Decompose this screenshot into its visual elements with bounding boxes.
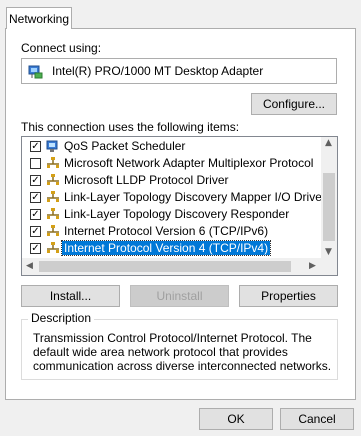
- install-button[interactable]: Install...: [21, 285, 120, 307]
- protocol-icon: [46, 156, 60, 170]
- tab-networking[interactable]: Networking: [6, 7, 72, 29]
- list-item[interactable]: ✓ Internet Protocol Version 6 (TCP/IPv6): [22, 223, 322, 240]
- item-checkbox[interactable]: ✓: [30, 175, 41, 186]
- protocol-icon: [46, 207, 60, 221]
- horizontal-scrollbar[interactable]: ◀ ▶: [22, 258, 337, 275]
- horizontal-scroll-thumb[interactable]: [39, 261, 291, 272]
- list-item[interactable]: ✓ QoS Packet Scheduler: [22, 138, 322, 155]
- protocol-icon: [46, 173, 60, 187]
- list-item[interactable]: ✓ Microsoft LLDP Protocol Driver: [22, 172, 322, 189]
- network-adapter-icon: [28, 65, 43, 79]
- cancel-label: Cancel: [298, 412, 336, 426]
- item-checkbox[interactable]: ✓: [30, 226, 41, 237]
- list-item[interactable]: ✓ Link-Layer Topology Discovery Responder: [22, 206, 322, 223]
- description-text: Transmission Control Protocol/Internet P…: [33, 331, 332, 373]
- uninstall-button: Uninstall: [130, 285, 229, 307]
- item-checkbox[interactable]: ✓: [30, 141, 41, 152]
- item-label: QoS Packet Scheduler: [64, 139, 186, 153]
- protocol-icon: [46, 241, 60, 255]
- scroll-down-icon[interactable]: ▼: [325, 247, 332, 257]
- uninstall-label: Uninstall: [156, 289, 203, 303]
- item-checkbox[interactable]: ✓: [30, 192, 41, 203]
- item-label: Internet Protocol Version 6 (TCP/IPv6): [64, 224, 269, 238]
- item-label: Link-Layer Topology Discovery Responder: [64, 207, 290, 221]
- protocol-icon: [46, 224, 60, 238]
- item-checkbox[interactable]: [30, 158, 41, 169]
- scroll-left-icon[interactable]: ◀: [26, 261, 33, 271]
- tab-label: Networking: [8, 11, 70, 26]
- configure-button[interactable]: Configure...: [251, 93, 337, 115]
- item-label: Microsoft LLDP Protocol Driver: [64, 173, 229, 187]
- protocol-icon: [46, 190, 60, 204]
- item-label: Microsoft Network Adapter Multiplexor Pr…: [64, 156, 314, 170]
- properties-button[interactable]: Properties: [239, 285, 338, 307]
- components-list[interactable]: ✓ QoS Packet Scheduler Microsoft Network A…: [21, 136, 338, 276]
- list-item[interactable]: Microsoft Network Adapter Multiplexor Pr…: [22, 155, 322, 172]
- cancel-button[interactable]: Cancel: [280, 408, 354, 430]
- item-label: Internet Protocol Version 4 (TCP/IPv4): [60, 240, 272, 256]
- connect-using-label: Connect using:: [21, 41, 102, 55]
- adapter-field: Intel(R) PRO/1000 MT Desktop Adapter: [21, 58, 337, 84]
- list-item[interactable]: ✓ Internet Protocol Version 4 (TCP/IPv4): [22, 240, 322, 257]
- adapter-name: Intel(R) PRO/1000 MT Desktop Adapter: [52, 64, 264, 78]
- configure-label: Configure...: [262, 97, 326, 111]
- vertical-scroll-thumb[interactable]: [323, 173, 335, 241]
- ok-button[interactable]: OK: [199, 408, 273, 430]
- ok-label: OK: [227, 412, 245, 426]
- item-checkbox[interactable]: ✓: [30, 243, 41, 254]
- items-section-label: This connection uses the following items…: [21, 120, 240, 134]
- qos-icon: [46, 139, 60, 153]
- item-checkbox[interactable]: ✓: [30, 209, 41, 220]
- install-label: Install...: [49, 289, 92, 303]
- scroll-up-icon[interactable]: ▲: [325, 138, 332, 148]
- properties-label: Properties: [261, 289, 316, 303]
- description-title: Description: [28, 311, 95, 325]
- item-label: Link-Layer Topology Discovery Mapper I/O…: [64, 190, 326, 204]
- scroll-right-icon[interactable]: ▶: [309, 261, 316, 271]
- list-item[interactable]: ✓ Link-Layer Topology Discovery Mapper I/…: [22, 189, 326, 206]
- vertical-scrollbar[interactable]: ▲ ▼: [321, 137, 337, 259]
